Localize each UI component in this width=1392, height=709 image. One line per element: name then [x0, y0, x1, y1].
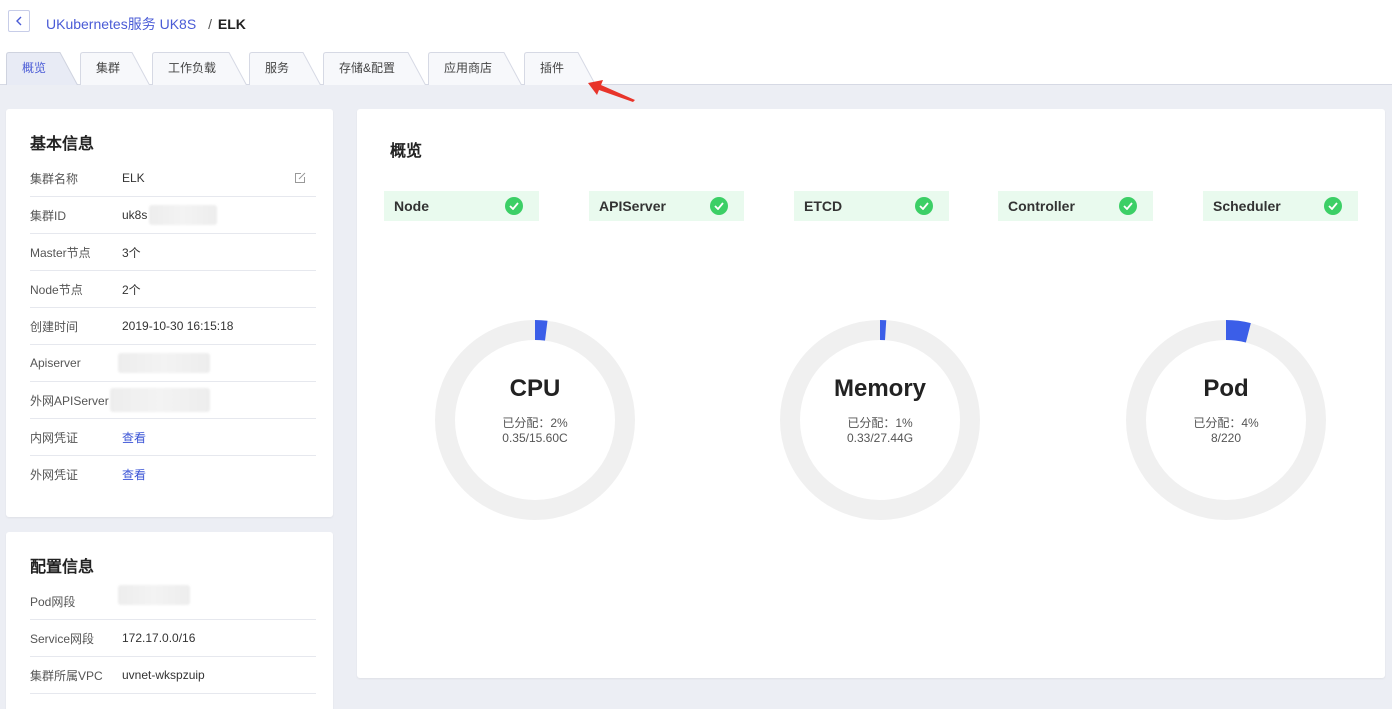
info-row-master-nodes: Master节点 3个	[30, 234, 316, 271]
redacted-block	[149, 205, 218, 225]
config-info-list: Pod网段 Service网段 172.17.0.0/16 集群所属VPC uv…	[30, 583, 316, 694]
pod-gauge: Pod 已分配：4% 8/220	[1126, 320, 1326, 520]
info-row-cluster-id: 集群ID uk8s	[30, 197, 316, 234]
info-value: 2019-10-30 16:15:18	[122, 319, 234, 333]
status-name: Controller	[1008, 198, 1075, 214]
info-row-created-time: 创建时间 2019-10-30 16:15:18	[30, 308, 316, 345]
tab-label: 服务	[265, 61, 290, 75]
tab-label: 插件	[540, 61, 565, 75]
tab-service[interactable]: 服务	[249, 52, 321, 85]
back-button[interactable]	[8, 10, 30, 32]
status-etcd: ETCD	[794, 191, 949, 221]
tab-label: 存储&配置	[339, 61, 396, 75]
check-circle-icon	[915, 197, 933, 215]
tab-overview[interactable]: 概览	[6, 52, 78, 85]
chevron-left-icon	[16, 16, 22, 26]
edit-icon[interactable]	[294, 172, 306, 184]
config-info-title: 配置信息	[30, 559, 95, 576]
status-name: APIServer	[599, 198, 666, 214]
basic-info-card: 基本信息 集群名称 ELK 集群ID uk8s Master节点 3个 Node…	[6, 109, 333, 517]
info-value: uvnet-wkspzuip	[122, 668, 205, 682]
gauge-title: Pod	[1203, 375, 1249, 402]
gauge-usage: 0.33/27.44G	[846, 431, 914, 445]
info-row-apiserver: Apiserver	[30, 345, 316, 382]
cpu-gauge: CPU 已分配：2% 0.35/15.60C	[435, 320, 635, 520]
info-label: 外网凭证	[30, 468, 79, 482]
info-label: 内网凭证	[30, 430, 79, 445]
info-row-cluster-name: 集群名称 ELK	[30, 160, 316, 197]
info-label: Pod网段	[30, 594, 76, 609]
gauge-allocated: 已分配：4%	[1193, 416, 1259, 430]
info-label: Apiserver	[30, 356, 81, 370]
check-circle-icon	[1119, 197, 1137, 215]
tab-storage-config[interactable]: 存储&配置	[323, 52, 426, 85]
status-name: Node	[394, 198, 429, 214]
info-label: Node节点	[30, 282, 83, 297]
info-row-pod-cidr: Pod网段	[30, 583, 316, 620]
info-value: 172.17.0.0/16	[122, 631, 196, 645]
view-internal-credential-link[interactable]: 查看	[122, 429, 146, 446]
redacted-block	[118, 585, 190, 605]
status-scheduler: Scheduler	[1203, 191, 1358, 221]
tab-app-store[interactable]: 应用商店	[428, 52, 522, 85]
status-controller: Controller	[998, 191, 1153, 221]
check-circle-icon	[710, 197, 728, 215]
info-value: ELK	[122, 171, 145, 185]
tab-label: 集群	[96, 61, 121, 75]
info-row-internal-credential: 内网凭证 查看	[30, 419, 316, 456]
breadcrumb: UKubernetes服务 UK8S / ELK	[46, 14, 246, 34]
info-value: 2个	[122, 282, 141, 297]
info-row-vpc: 集群所属VPC uvnet-wkspzuip	[30, 657, 316, 694]
info-label: 集群ID	[30, 208, 67, 223]
info-row-external-apiserver: 外网APIServer	[30, 382, 316, 419]
view-external-credential-link[interactable]: 查看	[122, 466, 146, 483]
top-bar: UKubernetes服务 UK8S / ELK 概览 集群 工作负载 服务 存…	[0, 0, 1392, 85]
info-row-external-credential: 外网凭证 查看	[30, 456, 316, 493]
status-apiserver: APIServer	[589, 191, 744, 221]
breadcrumb-current: ELK	[217, 16, 246, 32]
info-label: Master节点	[30, 245, 91, 260]
check-circle-icon	[1324, 197, 1342, 215]
info-label: 集群名称	[30, 171, 79, 186]
tab-cluster[interactable]: 集群	[80, 52, 150, 85]
redacted-block	[110, 388, 210, 412]
info-label: Service网段	[30, 631, 95, 646]
info-label: 集群所属VPC	[30, 668, 103, 683]
gauge-title: CPU	[509, 375, 561, 402]
memory-gauge: Memory 已分配：1% 0.33/27.44G	[780, 320, 980, 520]
basic-info-title: 基本信息	[30, 136, 95, 153]
config-info-card: 配置信息 Pod网段 Service网段 172.17.0.0/16 集群所属V…	[6, 532, 333, 709]
breadcrumb-separator: /	[208, 16, 212, 32]
gauge-usage: 0.35/15.60C	[502, 431, 568, 445]
check-circle-icon	[505, 197, 523, 215]
tab-bar: 概览 集群 工作负载 服务 存储&配置 应用商店 插件	[0, 52, 1392, 85]
info-label: 外网APIServer	[30, 393, 109, 408]
gauge-usage: 8/220	[1210, 431, 1242, 445]
tab-label: 应用商店	[444, 61, 493, 75]
gauge-title: Memory	[833, 375, 927, 402]
info-value: 3个	[122, 245, 141, 260]
redacted-block	[118, 353, 210, 373]
status-name: ETCD	[804, 198, 843, 214]
gauge-allocated: 已分配：2%	[502, 416, 568, 430]
tab-label: 工作负载	[168, 61, 217, 75]
info-row-service-cidr: Service网段 172.17.0.0/16	[30, 620, 316, 657]
red-arrow-annotation-icon	[588, 80, 635, 102]
overview-title: 概览	[390, 143, 423, 160]
breadcrumb-parent-link[interactable]: UKubernetes服务 UK8S	[46, 16, 196, 32]
tab-label: 概览	[22, 61, 47, 75]
gauge-allocated: 已分配：1%	[847, 416, 913, 430]
info-row-node-count: Node节点 2个	[30, 271, 316, 308]
basic-info-list: 集群名称 ELK 集群ID uk8s Master节点 3个 Node节点 2个…	[30, 160, 316, 493]
status-node: Node	[384, 191, 539, 221]
info-label: 创建时间	[30, 319, 79, 334]
status-name: Scheduler	[1213, 198, 1281, 214]
tab-workload[interactable]: 工作负载	[152, 52, 247, 85]
info-value: uk8s	[122, 208, 148, 222]
